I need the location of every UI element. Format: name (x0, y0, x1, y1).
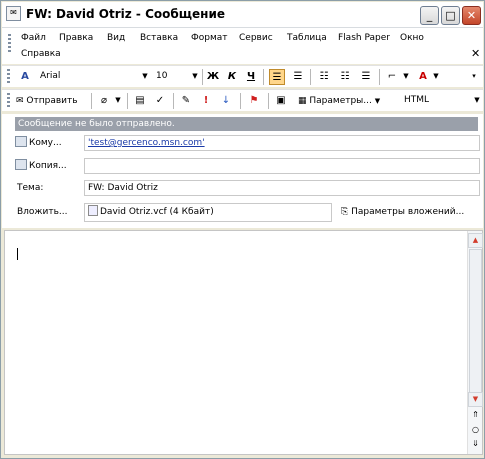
align-left-icon[interactable]: ☰ (269, 69, 285, 85)
menu-close-icon[interactable]: ✕ (471, 47, 480, 60)
menu-insert[interactable]: Вставка (140, 33, 178, 43)
scroll-up-icon[interactable]: ▲ (468, 233, 483, 248)
font-name-arrow-icon[interactable]: ▼ (140, 69, 150, 83)
options-button[interactable]: ▦ Параметры... ▼ (298, 93, 380, 109)
next-page-icon[interactable]: ⇓ (468, 438, 483, 450)
menu-file[interactable]: Файл (21, 33, 46, 43)
check-names-icon[interactable]: ✓ (152, 93, 168, 109)
select-browse-object-icon[interactable]: ○ (468, 424, 483, 436)
separator (263, 69, 264, 85)
attachment-file-icon (88, 205, 98, 216)
underline-button[interactable]: Ч (243, 69, 259, 85)
toolbar-options-icon[interactable]: ▾ (468, 69, 480, 83)
attach-label[interactable]: Вложить... (17, 204, 68, 220)
separator (173, 93, 174, 109)
menu-help[interactable]: Справка (21, 49, 61, 59)
close-button[interactable]: ✕ (462, 6, 481, 25)
font-color-icon[interactable]: A (415, 69, 431, 85)
font-size-arrow-icon[interactable]: ▼ (190, 69, 200, 83)
font-size-combo[interactable]: 10 (152, 68, 192, 84)
attach-options-button[interactable]: ⎘ Параметры вложений... (341, 204, 464, 220)
folder-icon[interactable]: ▣ (273, 93, 289, 109)
to-label: Кому... (29, 138, 62, 148)
message-headers: Сообщение не было отправлено. Кому... 't… (2, 114, 483, 228)
bullets-icon[interactable]: ☷ (337, 69, 353, 85)
importance-low-icon[interactable]: ↓ (218, 93, 234, 109)
format-arrow-icon[interactable]: ▼ (472, 93, 482, 107)
flag-icon[interactable]: ⚑ (246, 93, 262, 109)
send-button[interactable]: ✉ Отправить (16, 93, 78, 109)
app-icon: ✉ (6, 6, 21, 21)
info-bar: Сообщение не было отправлено. (15, 117, 478, 131)
toolbar-grip[interactable] (7, 93, 10, 108)
separator (268, 93, 269, 109)
address-book-icon (15, 136, 27, 147)
send-toolbar: ✉ Отправить ⌀ ▼ ▤ ✓ ✎ ! ↓ ⚑ ▣ ▦ Параметр… (2, 89, 483, 111)
address-book-icon[interactable]: ▤ (132, 93, 148, 109)
menu-view[interactable]: Вид (107, 33, 125, 43)
options-arrow-icon: ▼ (374, 97, 381, 105)
format-combo[interactable]: HTML (400, 92, 472, 108)
menu-grip[interactable] (8, 34, 11, 54)
toolbar-grip[interactable] (7, 69, 10, 84)
message-body[interactable]: ▲ ▼ ⇑ ○ ⇓ (4, 230, 483, 455)
signature-icon[interactable]: ✎ (178, 93, 194, 109)
prev-page-icon[interactable]: ⇑ (468, 409, 483, 421)
send-icon: ✉ (16, 96, 24, 106)
to-button[interactable]: Кому... (15, 135, 62, 151)
separator (310, 69, 311, 85)
message-window: ✉ FW: David Otriz - Сообщение _ □ ✕ Файл… (0, 0, 485, 459)
font-color-arrow-icon[interactable]: ▼ (431, 69, 441, 83)
options-label: Параметры... (309, 96, 372, 106)
send-label: Отправить (26, 96, 78, 106)
subject-field[interactable]: FW: David Otriz (84, 180, 480, 196)
attach-arrow-icon[interactable]: ▼ (113, 93, 123, 107)
address-book-icon (15, 159, 27, 170)
maximize-button[interactable]: □ (441, 6, 460, 25)
align-center-icon[interactable]: ☰ (290, 69, 306, 85)
separator (127, 93, 128, 109)
subject-label: Тема: (17, 183, 44, 193)
cc-button[interactable]: Копия... (15, 158, 67, 174)
font-name-combo[interactable]: Arial (36, 68, 140, 84)
border-arrow-icon[interactable]: ▼ (401, 69, 411, 83)
indent-icon[interactable]: ☰ (358, 69, 374, 85)
vertical-scrollbar[interactable]: ▲ ▼ ⇑ ○ ⇓ (467, 231, 483, 454)
formatting-toolbar: A Arial ▼ 10 ▼ Ж К Ч ☰ ☰ ☷ ☷ ☰ ⌐ ▼ A ▼ ▾ (2, 65, 483, 87)
scroll-down-icon[interactable]: ▼ (468, 392, 483, 407)
style-icon[interactable]: A (17, 69, 33, 85)
menu-format[interactable]: Формат (191, 33, 228, 43)
title-bar: ✉ FW: David Otriz - Сообщение _ □ ✕ (2, 2, 483, 28)
italic-button[interactable]: К (224, 69, 240, 85)
separator (91, 93, 92, 109)
menu-table[interactable]: Таблица (287, 33, 327, 43)
attach-icon[interactable]: ⌀ (96, 93, 112, 109)
attach-field[interactable]: David Otriz.vcf (4 Кбайт) (84, 203, 332, 222)
separator (379, 69, 380, 85)
attachment-name[interactable]: David Otriz.vcf (4 Кбайт) (100, 207, 214, 217)
window-title: FW: David Otriz - Сообщение (26, 7, 226, 21)
menu-edit[interactable]: Правка (59, 33, 93, 43)
scroll-thumb[interactable] (469, 249, 482, 400)
numbering-icon[interactable]: ☷ (316, 69, 332, 85)
minimize-button[interactable]: _ (420, 6, 439, 25)
separator (202, 69, 203, 85)
cc-label: Копия... (29, 161, 67, 171)
border-icon[interactable]: ⌐ (384, 69, 400, 85)
menu-bar: Файл Правка Вид Вставка Формат Сервис Та… (2, 28, 483, 64)
menu-tools[interactable]: Сервис (239, 33, 273, 43)
menu-flashpaper[interactable]: Flash Paper (338, 33, 390, 43)
importance-high-icon[interactable]: ! (198, 93, 214, 109)
cc-field[interactable] (84, 158, 480, 174)
attach-options-icon: ⎘ (341, 207, 349, 217)
to-recipient[interactable]: 'test@gercenco.msn.com' (88, 138, 205, 148)
to-field[interactable]: 'test@gercenco.msn.com' (84, 135, 480, 151)
attach-options-label: Параметры вложений... (351, 207, 465, 217)
separator (240, 93, 241, 109)
menu-window[interactable]: Окно (400, 33, 424, 43)
bold-button[interactable]: Ж (205, 69, 221, 85)
options-icon: ▦ (298, 96, 307, 106)
text-caret (17, 248, 18, 260)
